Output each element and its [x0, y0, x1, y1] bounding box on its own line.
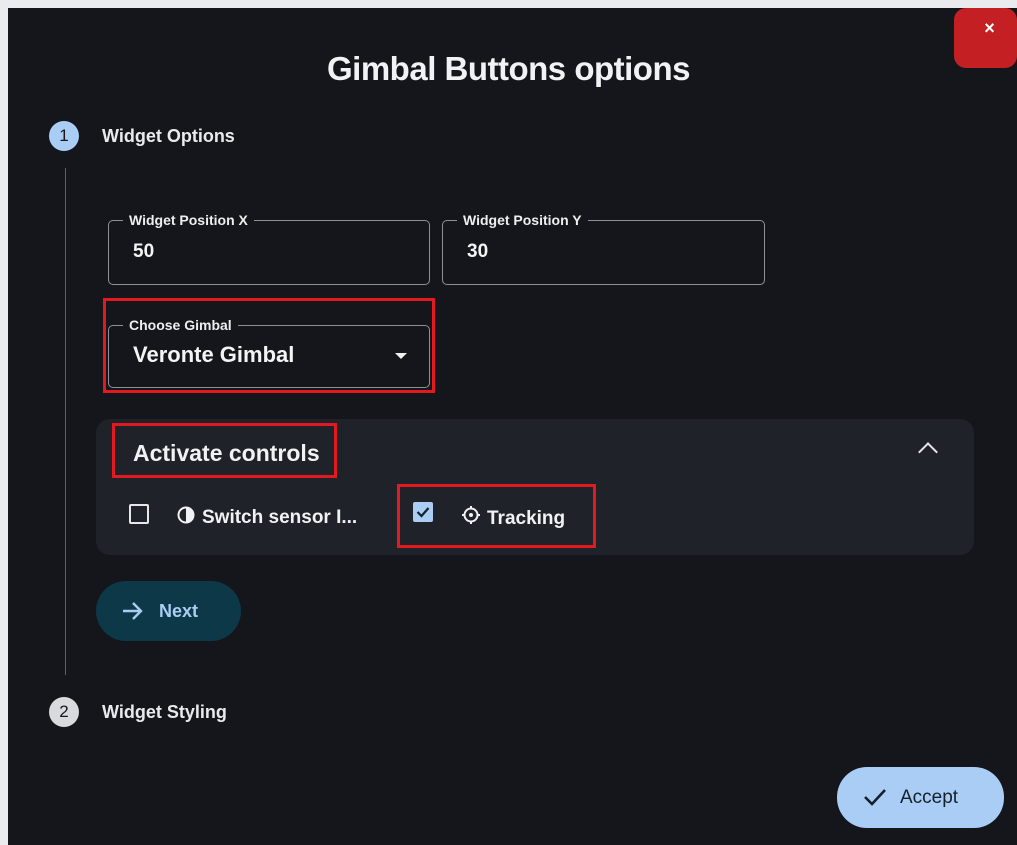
step-2-label[interactable]: Widget Styling [102, 702, 227, 723]
switch-sensor-checkbox[interactable] [129, 504, 149, 524]
switch-sensor-label: Switch sensor I... [202, 507, 358, 528]
step-1-label[interactable]: Widget Options [102, 126, 235, 147]
step-1-indicator[interactable]: 1 [49, 121, 79, 151]
contrast-icon [177, 506, 195, 524]
next-button-label: Next [159, 601, 199, 621]
choose-gimbal-highlight-box [103, 298, 435, 393]
stepper-connector-line [65, 168, 66, 675]
dialog-title: Gimbal Buttons options [327, 50, 690, 87]
widget-position-x-value[interactable]: 50 [133, 241, 154, 263]
step-2-indicator[interactable]: 2 [49, 697, 79, 727]
checkmark-icon [864, 789, 886, 806]
widget-position-y-value[interactable]: 30 [467, 241, 488, 263]
widget-position-x-field[interactable]: Widget Position X 50 [108, 212, 430, 285]
widget-position-y-field[interactable]: Widget Position Y 30 [442, 212, 765, 285]
close-icon: × [984, 18, 995, 38]
next-button[interactable]: Next [96, 581, 241, 641]
widget-position-y-label: Widget Position Y [457, 212, 588, 228]
widget-position-x-label: Widget Position X [123, 212, 254, 228]
accept-button-label: Accept [900, 787, 959, 808]
activate-controls-highlight-box [112, 423, 337, 478]
tracking-highlight-box [397, 484, 596, 548]
arrow-right-icon [123, 602, 143, 620]
accept-button[interactable]: Accept [837, 767, 1004, 828]
